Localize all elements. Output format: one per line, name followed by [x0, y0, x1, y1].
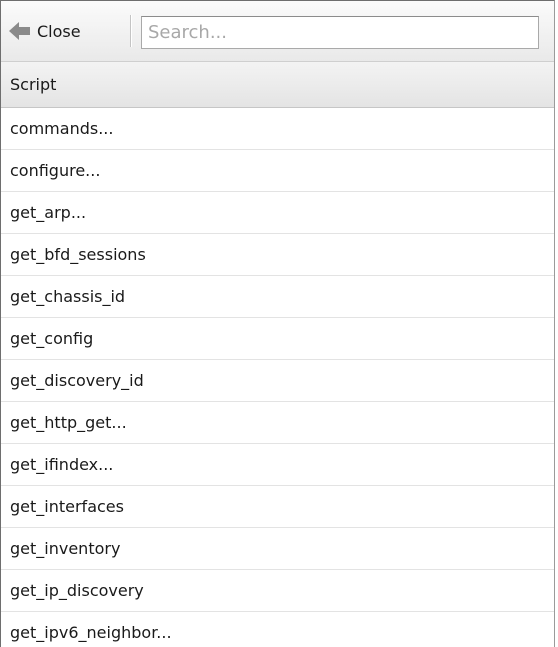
table-row[interactable]: get_config [1, 318, 554, 360]
row-label: get_ip_discovery [10, 581, 144, 600]
row-label: commands... [10, 119, 114, 138]
column-header-script[interactable]: Script [1, 62, 554, 108]
row-label: get_ifindex... [10, 455, 114, 474]
row-label: configure... [10, 161, 101, 180]
table-row[interactable]: get_http_get... [1, 402, 554, 444]
table-row[interactable]: get_ip_discovery [1, 570, 554, 612]
row-label: get_bfd_sessions [10, 245, 146, 264]
arrow-left-icon [7, 18, 33, 44]
table-row[interactable]: get_chassis_id [1, 276, 554, 318]
row-label: get_interfaces [10, 497, 124, 516]
row-label: get_inventory [10, 539, 121, 558]
row-label: get_config [10, 329, 94, 348]
close-button[interactable]: Close [7, 16, 81, 46]
table-row[interactable]: get_discovery_id [1, 360, 554, 402]
table-row[interactable]: get_bfd_sessions [1, 234, 554, 276]
table-row[interactable]: get_inventory [1, 528, 554, 570]
script-list: commands... configure... get_arp... get_… [1, 108, 554, 647]
script-panel: Close Script commands... configure... ge… [0, 0, 555, 647]
table-row[interactable]: get_interfaces [1, 486, 554, 528]
row-label: get_http_get... [10, 413, 127, 432]
row-label: get_arp... [10, 203, 87, 222]
row-label: get_discovery_id [10, 371, 144, 390]
table-row[interactable]: get_ipv6_neighbor... [1, 612, 554, 647]
toolbar-separator [130, 15, 131, 47]
toolbar: Close [1, 1, 554, 62]
search-input[interactable] [141, 16, 539, 49]
table-row[interactable]: commands... [1, 108, 554, 150]
table-row[interactable]: get_ifindex... [1, 444, 554, 486]
table-row[interactable]: get_arp... [1, 192, 554, 234]
table-row[interactable]: configure... [1, 150, 554, 192]
close-label: Close [37, 21, 81, 41]
row-label: get_ipv6_neighbor... [10, 623, 172, 642]
column-header-label: Script [10, 75, 57, 94]
row-label: get_chassis_id [10, 287, 126, 306]
